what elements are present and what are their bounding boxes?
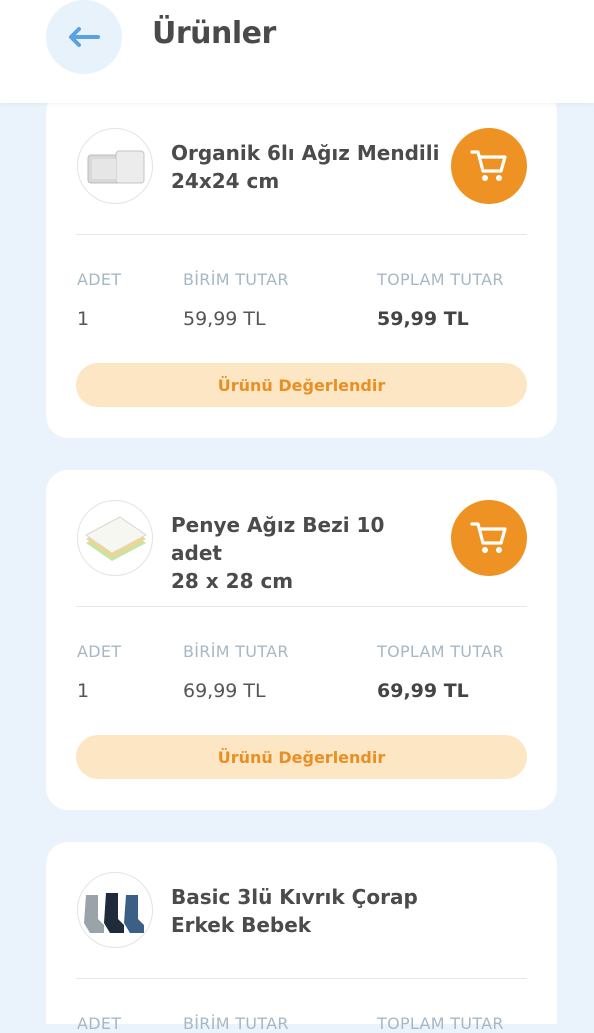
cart-icon [470, 150, 507, 181]
back-button[interactable] [46, 0, 122, 74]
arrow-left-icon [69, 27, 100, 47]
unit-price-label: BİRİM TUTAR [183, 270, 289, 289]
divider [76, 234, 527, 235]
qty-value: 1 [77, 308, 90, 330]
product-card: Organik 6lı Ağız Mendili 24x24 cm ADET B… [46, 90, 557, 438]
product-card: Basic 3lü Kıvrık Çorap Erkek Bebek ADET … [46, 842, 557, 1033]
product-title[interactable]: Basic 3lü Kıvrık Çorap Erkek Bebek [171, 883, 441, 939]
product-thumbnail[interactable] [77, 128, 153, 204]
total-price-label: TOPLAM TUTAR [377, 642, 504, 661]
add-to-cart-button[interactable] [451, 128, 527, 204]
unit-price-label: BİRİM TUTAR [183, 642, 289, 661]
rate-product-button[interactable]: Ürünü Değerlendir [76, 735, 527, 779]
rate-product-button[interactable]: Ürünü Değerlendir [76, 363, 527, 407]
cloths-image [85, 516, 147, 561]
total-price-label: TOPLAM TUTAR [377, 270, 504, 289]
product-card: Penye Ağız Bezi 10 adet 28 x 28 cm ADET … [46, 470, 557, 810]
qty-label: ADET [77, 642, 122, 661]
qty-label: ADET [77, 270, 122, 289]
unit-price-value: 59,99 TL [183, 308, 266, 330]
divider [76, 606, 527, 607]
total-price-value: 59,99 TL [377, 308, 469, 330]
product-title[interactable]: Organik 6lı Ağız Mendili 24x24 cm [171, 139, 441, 195]
page-title: Ürünler [152, 16, 276, 51]
qty-value: 1 [77, 680, 90, 702]
product-title[interactable]: Penye Ağız Bezi 10 adet 28 x 28 cm [171, 511, 441, 595]
add-to-cart-button[interactable] [451, 500, 527, 576]
socks-image [84, 893, 144, 933]
divider [76, 978, 527, 979]
header: Ürünler [0, 0, 594, 103]
cart-icon [470, 522, 507, 553]
total-price-value: 69,99 TL [377, 680, 469, 702]
product-thumbnail[interactable] [77, 872, 153, 948]
napkins-image [87, 150, 145, 184]
unit-price-value: 69,99 TL [183, 680, 266, 702]
product-thumbnail[interactable] [77, 500, 153, 576]
